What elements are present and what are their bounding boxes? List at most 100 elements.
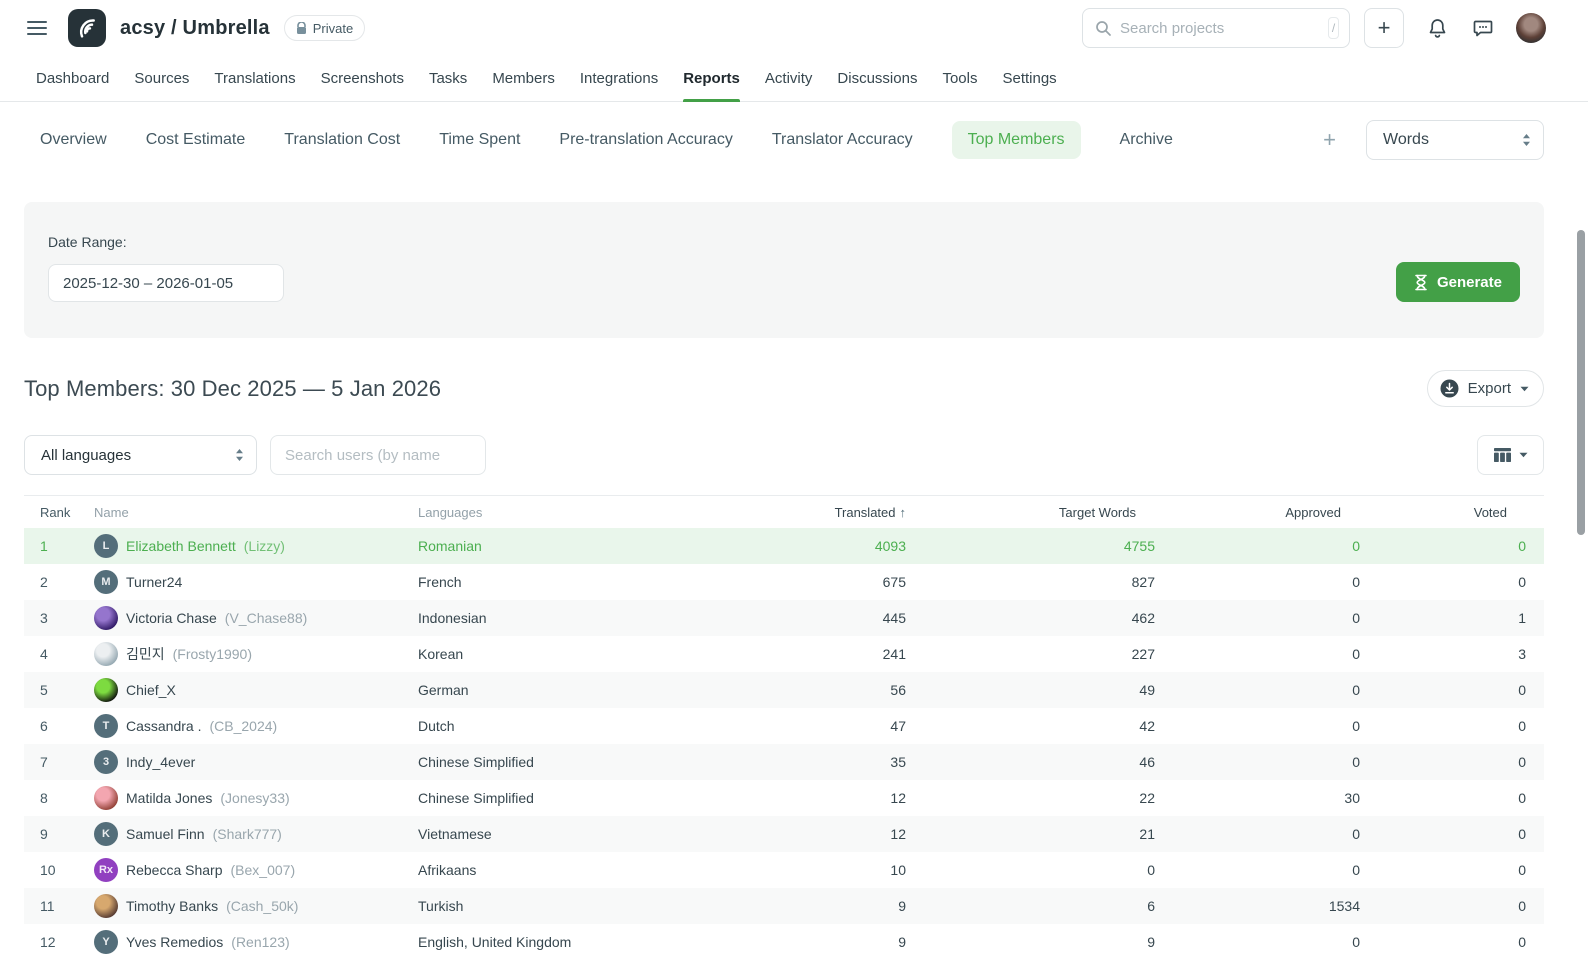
member-name[interactable]: Indy_4ever <box>126 754 195 770</box>
languages-cell: Chinese Simplified <box>418 754 712 770</box>
name-cell: M Turner24 <box>94 570 418 594</box>
nav-item-sources[interactable]: Sources <box>134 56 189 101</box>
search-icon <box>1095 20 1111 36</box>
report-tab-time-spent[interactable]: Time Spent <box>439 121 520 159</box>
user-search-input[interactable] <box>270 435 486 475</box>
member-avatar: Rx <box>94 858 118 882</box>
member-name[interactable]: Chief_X <box>126 682 176 698</box>
report-tabs: Overview Cost Estimate Translation Cost Tim… <box>24 121 1173 159</box>
member-name[interactable]: Turner24 <box>126 574 182 590</box>
approved-cell: 0 <box>1155 574 1360 590</box>
column-header-approved[interactable]: Approved <box>1155 505 1360 520</box>
rank-cell: 10 <box>24 862 94 878</box>
search-projects-input[interactable] <box>1120 20 1319 37</box>
nav-item-integrations[interactable]: Integrations <box>580 56 658 101</box>
member-avatar: K <box>94 822 118 846</box>
column-settings-button[interactable] <box>1477 435 1544 475</box>
export-button[interactable]: Export <box>1427 370 1544 407</box>
generate-button[interactable]: Generate <box>1396 262 1520 302</box>
column-header-name[interactable]: Name <box>94 505 418 520</box>
notifications-bell-icon[interactable] <box>1424 15 1450 41</box>
report-tab-cost-estimate[interactable]: Cost Estimate <box>146 121 246 159</box>
languages-cell: Dutch <box>418 718 712 734</box>
member-name[interactable]: Yves Remedios <box>126 934 223 950</box>
user-avatar[interactable] <box>1516 13 1546 43</box>
table-row: 9KSamuel Finn(Shark777)Vietnamese122100 <box>24 816 1544 852</box>
messages-icon[interactable] <box>1470 15 1496 41</box>
member-name[interactable]: Victoria Chase <box>126 610 217 626</box>
member-avatar: M <box>94 570 118 594</box>
project-title: acsy / Umbrella <box>120 17 270 40</box>
chevron-down-icon <box>1520 386 1529 392</box>
approved-cell: 0 <box>1155 862 1360 878</box>
nav-item-tasks[interactable]: Tasks <box>429 56 467 101</box>
nav-item-screenshots[interactable]: Screenshots <box>321 56 404 101</box>
column-header-rank[interactable]: Rank <box>24 505 94 520</box>
nav-item-members[interactable]: Members <box>492 56 555 101</box>
nav-item-activity[interactable]: Activity <box>765 56 813 101</box>
voted-cell: 0 <box>1360 826 1526 842</box>
member-name[interactable]: Elizabeth Bennett <box>126 538 236 554</box>
nav-item-translations[interactable]: Translations <box>214 56 295 101</box>
table-row: 1LElizabeth Bennett(Lizzy)Romanian409347… <box>24 528 1544 564</box>
nav-item-discussions[interactable]: Discussions <box>837 56 917 101</box>
voted-cell: 0 <box>1360 574 1526 590</box>
member-name[interactable]: Cassandra . <box>126 718 201 734</box>
report-tab-translation-cost[interactable]: Translation Cost <box>284 121 400 159</box>
column-header-languages[interactable]: Languages <box>418 505 712 520</box>
date-range-panel: Date Range: Generate <box>24 202 1544 338</box>
column-header-target-words[interactable]: Target Words <box>906 505 1155 520</box>
approved-cell: 0 <box>1155 682 1360 698</box>
report-tab-top-members[interactable]: Top Members <box>952 121 1081 159</box>
select-arrows-icon <box>235 448 244 462</box>
top-members-table: RankNameLanguagesTranslated↑Target Words… <box>24 495 1544 960</box>
voted-cell: 1 <box>1360 610 1526 626</box>
table-columns-icon <box>1494 448 1511 462</box>
member-username: (Lizzy) <box>244 538 285 554</box>
add-report-tab-button[interactable]: + <box>1323 127 1336 153</box>
unit-selector[interactable]: Words <box>1366 120 1544 160</box>
target-words-cell: 22 <box>906 790 1155 806</box>
table-row: 10RxRebecca Sharp(Bex_007)Afrikaans10000 <box>24 852 1544 888</box>
member-name[interactable]: 김민지 <box>126 644 165 664</box>
rank-cell: 6 <box>24 718 94 734</box>
languages-cell: Indonesian <box>418 610 712 626</box>
member-username: (CB_2024) <box>209 718 277 734</box>
languages-cell: Turkish <box>418 898 712 914</box>
nav-item-dashboard[interactable]: Dashboard <box>36 56 109 101</box>
voted-cell: 0 <box>1360 718 1526 734</box>
hourglass-icon <box>1414 274 1428 291</box>
nav-item-tools[interactable]: Tools <box>942 56 977 101</box>
member-name[interactable]: Timothy Banks <box>126 898 218 914</box>
hamburger-menu-icon[interactable] <box>24 15 50 41</box>
column-header-translated[interactable]: Translated↑ <box>712 505 906 520</box>
language-filter[interactable]: All languages <box>24 435 257 475</box>
voted-cell: 3 <box>1360 646 1526 662</box>
languages-cell: French <box>418 574 712 590</box>
voted-cell: 0 <box>1360 898 1526 914</box>
app-logo[interactable] <box>68 9 106 47</box>
member-avatar: L <box>94 534 118 558</box>
report-tab-archive[interactable]: Archive <box>1120 121 1173 159</box>
report-tab-translator-accuracy[interactable]: Translator Accuracy <box>772 121 913 159</box>
nav-item-settings[interactable]: Settings <box>1002 56 1056 101</box>
member-name[interactable]: Rebecca Sharp <box>126 862 223 878</box>
table-row: 12YYves Remedios(Ren123)English, United … <box>24 924 1544 960</box>
report-tab-pre-translation-accuracy[interactable]: Pre-translation Accuracy <box>559 121 732 159</box>
translated-cell: 47 <box>712 718 906 734</box>
voted-cell: 0 <box>1360 754 1526 770</box>
nav-item-reports[interactable]: Reports <box>683 56 740 101</box>
rank-cell: 2 <box>24 574 94 590</box>
create-project-button[interactable]: + <box>1364 8 1404 48</box>
date-range-input[interactable] <box>48 264 284 302</box>
main-nav: Dashboard Sources Translations Screenshots T… <box>0 56 1588 102</box>
translated-cell: 241 <box>712 646 906 662</box>
vertical-scrollbar[interactable] <box>1577 230 1585 535</box>
report-tab-overview[interactable]: Overview <box>40 121 107 159</box>
member-name[interactable]: Samuel Finn <box>126 826 205 842</box>
member-username: (Bex_007) <box>231 862 296 878</box>
member-name[interactable]: Matilda Jones <box>126 790 212 806</box>
member-avatar <box>94 642 118 666</box>
table-row: 11Timothy Banks(Cash_50k)Turkish9615340 <box>24 888 1544 924</box>
column-header-voted[interactable]: Voted <box>1360 505 1526 520</box>
